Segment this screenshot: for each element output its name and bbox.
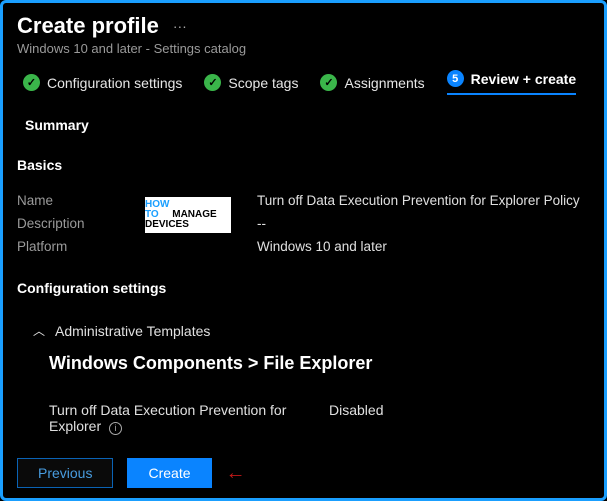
step-label: Assignments xyxy=(344,75,424,91)
summary-heading: Summary xyxy=(3,103,604,139)
value-name: Turn off Data Execution Prevention for E… xyxy=(257,193,590,208)
basics-heading: Basics xyxy=(3,139,604,181)
label-platform: Platform xyxy=(17,239,257,254)
basics-grid: Name Turn off Data Execution Prevention … xyxy=(3,181,604,262)
value-platform: Windows 10 and later xyxy=(257,239,590,254)
step-review-create[interactable]: 5 Review + create xyxy=(447,70,576,95)
step-label: Configuration settings xyxy=(47,75,182,91)
step-label: Review + create xyxy=(471,71,576,87)
watermark-logo: HOWTO MANAGE DEVICES xyxy=(143,195,233,235)
admin-templates-expander[interactable]: ︿ Administrative Templates xyxy=(3,304,604,345)
create-button[interactable]: Create xyxy=(127,458,211,488)
setting-label: Turn off Data Execution Prevention for E… xyxy=(49,402,329,435)
table-row: Platform Windows 10 and later xyxy=(17,235,590,258)
step-scope-tags[interactable]: ✓ Scope tags xyxy=(204,74,298,91)
footer-actions: Previous Create ← xyxy=(17,458,246,488)
expander-label: Administrative Templates xyxy=(55,323,210,339)
previous-button[interactable]: Previous xyxy=(17,458,113,488)
step-label: Scope tags xyxy=(228,75,298,91)
step-assignments[interactable]: ✓ Assignments xyxy=(320,74,424,91)
breadcrumb: Windows Components > File Explorer xyxy=(3,345,604,392)
step-configuration-settings[interactable]: ✓ Configuration settings xyxy=(23,74,182,91)
check-icon: ✓ xyxy=(204,74,221,91)
wizard-steps: ✓ Configuration settings ✓ Scope tags ✓ … xyxy=(3,66,604,103)
chevron-up-icon: ︿ xyxy=(33,322,45,339)
arrow-left-icon: ← xyxy=(226,462,246,485)
value-description: -- xyxy=(257,216,590,231)
setting-value: Disabled xyxy=(329,402,383,435)
configuration-settings-heading: Configuration settings xyxy=(3,262,604,304)
setting-row: Turn off Data Execution Prevention for E… xyxy=(3,392,604,435)
more-actions-icon[interactable]: ··· xyxy=(173,18,187,34)
table-row: Description -- xyxy=(17,212,590,235)
check-icon: ✓ xyxy=(320,74,337,91)
info-icon[interactable]: i xyxy=(109,422,122,435)
check-icon: ✓ xyxy=(23,74,40,91)
page-subtitle: Windows 10 and later - Settings catalog xyxy=(3,39,604,66)
step-number-icon: 5 xyxy=(447,70,464,87)
table-row: Name Turn off Data Execution Prevention … xyxy=(17,189,590,212)
page-title: Create profile xyxy=(17,13,159,39)
